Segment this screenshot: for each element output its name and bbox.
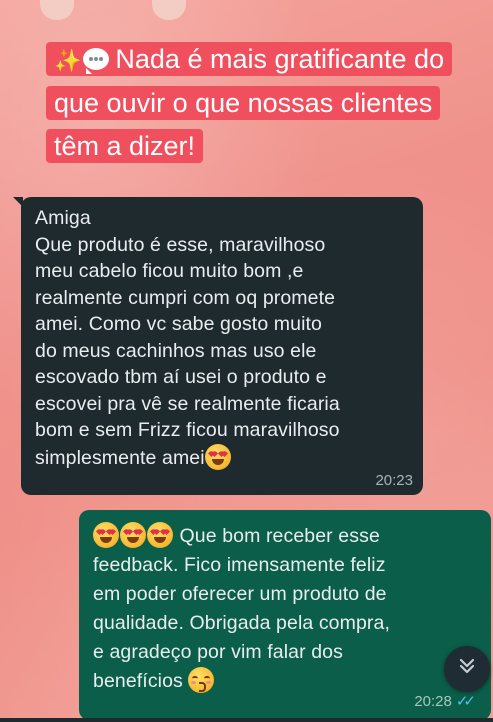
message-timestamp: 20:28 — [414, 692, 452, 710]
message-sender: Amiga — [35, 207, 91, 229]
kissing-face-emoji — [188, 667, 215, 693]
heart-eyes-emoji — [204, 443, 231, 470]
outgoing-message-status: 20:28 ✓✓ — [414, 692, 476, 711]
headline-line-2: que ouvir o que nossas clientes — [46, 86, 441, 120]
outgoing-message-first-line: Que bom receber esse — [93, 522, 477, 551]
headline-line-3: têm a dizer! — [46, 129, 204, 163]
heart-eyes-emoji — [93, 522, 119, 548]
speech-bubble-icon — [83, 48, 110, 74]
double-check-icon: ✓✓ — [455, 693, 476, 710]
message-timestamp: 20:23 — [375, 472, 413, 489]
incoming-message-last-line: simplesmente amei — [35, 443, 409, 472]
incoming-message-text: Que produto é esse, maravilhoso meu cabe… — [35, 233, 340, 442]
heart-eyes-emoji — [147, 522, 173, 548]
next-message-edge — [0, 718, 493, 722]
outgoing-message-text: feedback. Fico imensamente feliz em pode… — [93, 554, 390, 663]
headline: ✨ Nada é mais gratificante do que ouvir o… — [46, 38, 468, 168]
heart-eyes-emoji — [120, 522, 146, 548]
sparkles-icon: ✨ — [54, 48, 82, 73]
scroll-to-bottom-button[interactable] — [444, 646, 490, 692]
incoming-message-bubble[interactable]: Amiga Que produto é esse, maravilhoso me… — [13, 197, 423, 495]
background-top-detail — [0, 0, 493, 40]
outgoing-message-bubble[interactable]: Que bom receber esse feedback. Fico imen… — [79, 510, 491, 720]
headline-line-1: Nada é mais gratificante do — [115, 44, 445, 74]
chevron-double-down-icon — [457, 656, 477, 682]
